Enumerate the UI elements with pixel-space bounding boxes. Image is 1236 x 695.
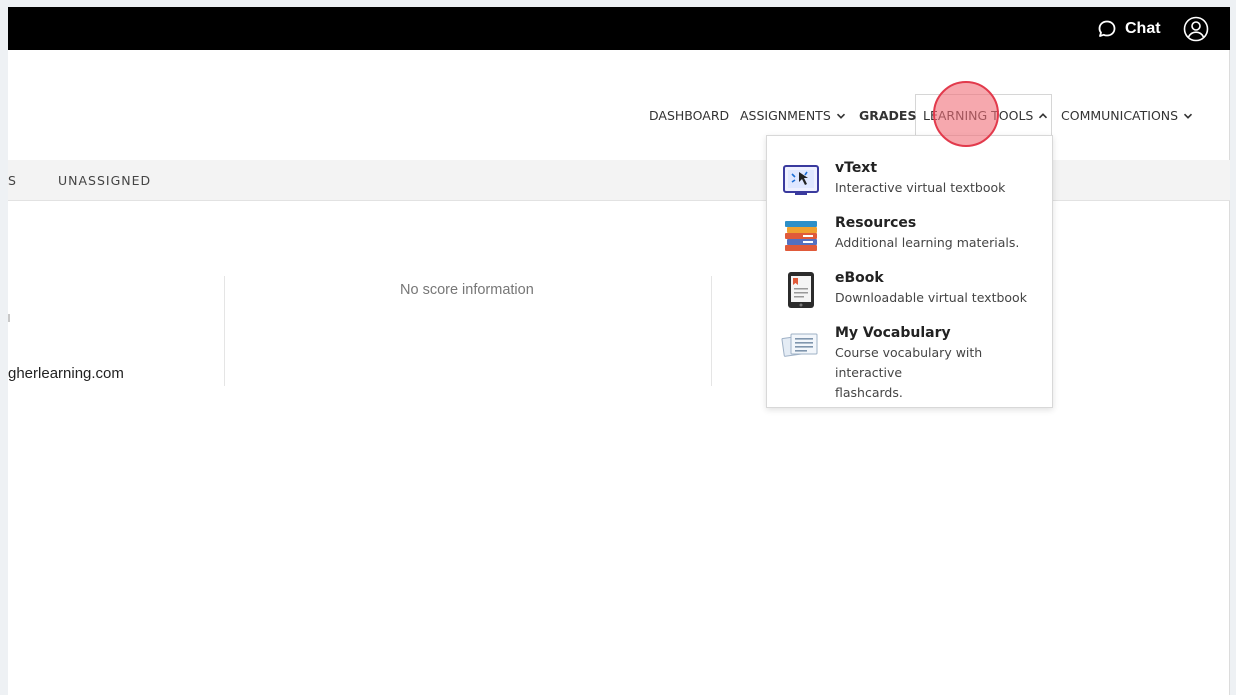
menu-item-desc: Additional learning materials.: [835, 235, 1020, 250]
window-frame-divider: [1229, 50, 1230, 695]
menu-item-title: eBook: [835, 270, 884, 286]
window-frame-right: [1230, 0, 1236, 695]
nav-communications[interactable]: COMMUNICATIONS: [1061, 108, 1193, 123]
nav-assignments-label: ASSIGNMENTS: [740, 108, 831, 123]
chevron-down-icon: [836, 113, 845, 119]
flashcards-icon: [781, 333, 818, 357]
menu-item-vtext[interactable]: vText Interactive virtual textbook: [781, 158, 1044, 200]
menu-item-ebook[interactable]: eBook Downloadable virtual textbook: [781, 268, 1044, 310]
menu-item-title: My Vocabulary: [835, 325, 951, 341]
column-divider: [711, 276, 712, 386]
chat-button[interactable]: Chat: [1097, 18, 1161, 40]
column-divider: [224, 276, 225, 386]
menu-item-my-vocabulary[interactable]: My Vocabulary Course vocabulary with int…: [781, 323, 1044, 403]
menu-item-resources[interactable]: Resources Additional learning materials.: [781, 213, 1044, 255]
window-frame-left: [0, 0, 8, 695]
nav-assignments[interactable]: ASSIGNMENTS: [740, 108, 846, 123]
no-score-text: No score information: [400, 282, 534, 298]
window-frame-top: [0, 0, 1236, 7]
tablet-ebook-icon: [788, 272, 814, 308]
nav-grades-label: GRADES: [859, 108, 917, 123]
menu-item-desc: Course vocabulary with interactive: [835, 345, 983, 380]
chat-bubble-icon: [1098, 20, 1116, 37]
nav-communications-label: COMMUNICATIONS: [1061, 108, 1179, 123]
menu-item-desc: flashcards.: [835, 385, 903, 400]
nav-learning-tools-label: LEARNING TOOLS: [923, 108, 1034, 123]
user-account-button[interactable]: [1183, 16, 1209, 42]
nav-grades[interactable]: GRADES: [859, 108, 916, 123]
menu-item-title: vText: [835, 160, 878, 176]
menu-item-desc: Downloadable virtual textbook: [835, 290, 1027, 305]
nav-dashboard[interactable]: DASHBOARD: [649, 108, 729, 123]
nav-learning-tools[interactable]: LEARNING TOOLS: [923, 108, 1048, 123]
menu-item-title: Resources: [835, 215, 917, 231]
books-stack-icon: [785, 221, 817, 251]
subtab-partial[interactable]: S: [8, 173, 17, 188]
chat-label: Chat: [1125, 20, 1161, 37]
chevron-up-icon: [1039, 112, 1048, 118]
user-circle-icon: [1183, 16, 1209, 42]
learning-tools-dropdown: vText Interactive virtual textbook Resou…: [766, 135, 1053, 408]
email-text: gherlearning.com: [8, 365, 124, 382]
menu-item-desc: Interactive virtual textbook: [835, 180, 1006, 195]
main-nav: DASHBOARD ASSIGNMENTS GRADES LEARNING TO…: [0, 108, 1236, 124]
subtab-unassigned[interactable]: UNASSIGNED: [58, 173, 151, 188]
vtext-icon: [783, 165, 819, 195]
chevron-down-icon: [1184, 113, 1193, 119]
column-marker: [8, 314, 10, 322]
nav-dashboard-label: DASHBOARD: [649, 108, 730, 123]
top-bar: Chat: [8, 7, 1230, 50]
